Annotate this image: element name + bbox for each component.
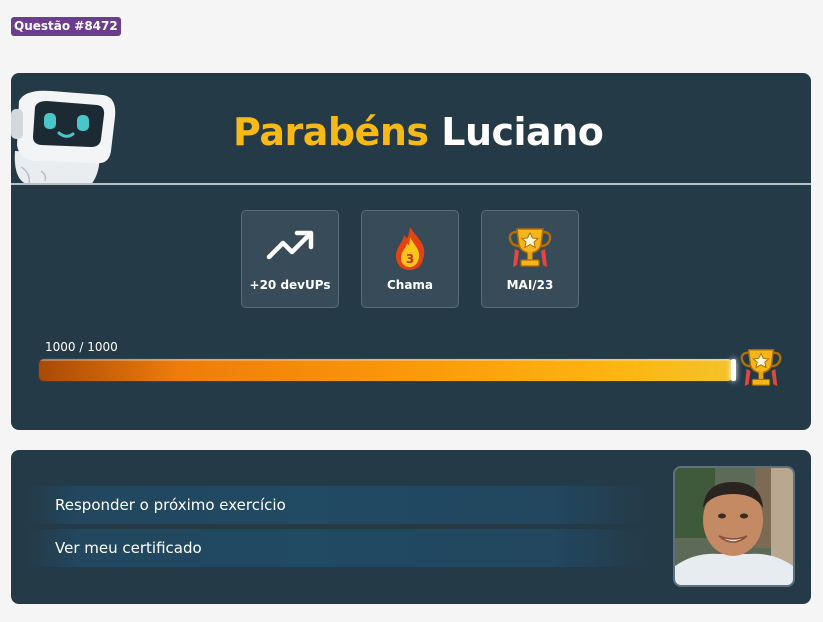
view-certificate-button[interactable]: Ver meu certificado — [27, 529, 647, 567]
stat-devups: +20 devUPs — [241, 210, 339, 308]
trending-up-icon — [266, 230, 314, 260]
progress-fill — [39, 359, 733, 381]
flame-count: 3 — [406, 252, 414, 266]
avatar — [673, 466, 795, 587]
progress-end-marker — [731, 359, 736, 381]
next-exercise-button[interactable]: Responder o próximo exercício — [27, 486, 647, 524]
stat-devups-label: +20 devUPs — [249, 278, 331, 292]
stat-flame-label: Chama — [386, 278, 434, 292]
congrats-title: Parabéns Luciano — [233, 109, 604, 155]
robot-mascot-icon — [11, 90, 116, 185]
header-divider — [11, 183, 811, 185]
congrats-greeting: Parabéns — [233, 110, 429, 154]
user-photo — [675, 468, 793, 585]
stat-flame: 3 Chama — [361, 210, 459, 308]
flame-icon: 3 — [396, 227, 425, 270]
progress-bar — [38, 358, 734, 382]
congrats-card: Parabéns Luciano +20 devUPs 3 Chama MAI/… — [11, 73, 811, 430]
stat-trophy: MAI/23 — [481, 210, 579, 308]
progress-label: 1000 / 1000 — [45, 340, 118, 354]
stat-trophy-label: MAI/23 — [506, 278, 554, 292]
actions-card: Responder o próximo exercício Ver meu ce… — [11, 450, 811, 604]
goal-trophy-icon — [740, 349, 782, 387]
trophy-icon — [508, 228, 552, 267]
user-name: Luciano — [441, 110, 604, 154]
question-badge: Questão #8472 — [11, 17, 121, 36]
